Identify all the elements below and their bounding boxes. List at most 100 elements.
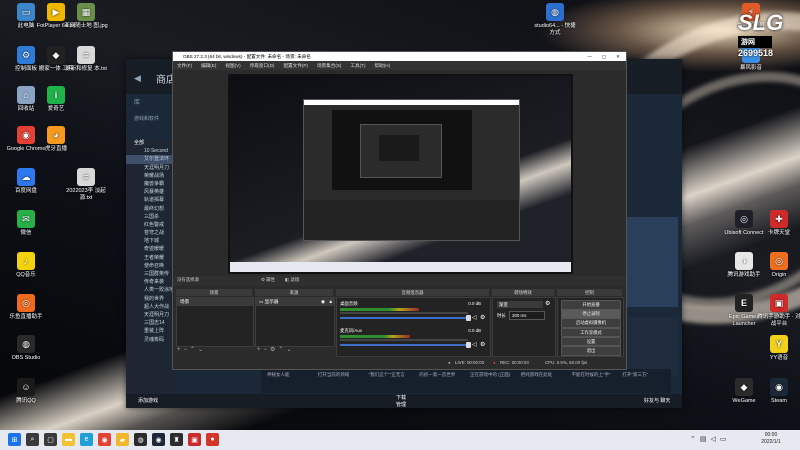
volume-slider[interactable] — [340, 315, 471, 321]
menu-item[interactable]: 视图(V) — [225, 63, 240, 68]
library-item[interactable]: 我的世界 — [126, 295, 178, 303]
library-item[interactable]: 天涯明月刀 — [126, 164, 178, 172]
menu-item[interactable]: 工具(T) — [350, 63, 365, 68]
desktop-icon-2[interactable]: ▦ 亚网随士地 图.jpg — [64, 3, 108, 30]
desktop-icon-13[interactable]: ♪ QQ音乐 — [4, 252, 48, 279]
settings-gear-icon[interactable]: ⚙ — [480, 341, 485, 348]
desktop-icon-15[interactable]: ◍ OBS Studio — [4, 335, 48, 362]
network-icon[interactable]: ▤ — [700, 436, 711, 443]
library-item[interactable]: 红色警戒 — [126, 221, 178, 229]
menu-item[interactable]: 帮助(H) — [375, 63, 391, 68]
chrome-icon[interactable]: ◉ — [98, 433, 111, 446]
library-item[interactable]: 超人大作战 — [126, 303, 178, 311]
sources-dock[interactable]: ▭ 显示器 ◉ 🔒︎ — [255, 297, 335, 347]
battery-icon[interactable]: ▭ — [720, 436, 731, 443]
transitions-dock[interactable]: 渐变 ⚙ 时长 300 ms — [492, 297, 556, 357]
library-item[interactable]: 传奇来袭 — [126, 278, 178, 286]
desktop-icon-7[interactable]: i 爱奇艺 — [34, 86, 78, 113]
library-item[interactable]: 艾尔登法环 — [126, 155, 178, 164]
desktop-icon-12[interactable]: ✉ 微信 — [4, 210, 48, 237]
library-item[interactable]: 轨道揭幕 — [126, 196, 178, 204]
filters-button[interactable]: ◧ 滤镜 — [285, 277, 299, 283]
transition-select[interactable]: 渐变 — [497, 301, 543, 308]
friends-chat-button[interactable]: 好友与 聊天 — [644, 394, 670, 408]
speaker-icon[interactable]: ◁ — [472, 341, 477, 348]
search-icon[interactable]: ⌕ — [26, 433, 39, 446]
steam-side-label[interactable]: 库 — [134, 97, 140, 106]
volume-slider-handle[interactable] — [466, 315, 471, 321]
maximize-icon[interactable]: ▢ — [602, 52, 606, 61]
speaker-icon[interactable]: ◁ — [472, 314, 477, 321]
properties-button[interactable]: ⚙ 属性 — [261, 277, 275, 283]
library-item[interactable]: 魔兽争霸 — [126, 180, 178, 188]
clock[interactable]: 00:00 2022/1/1 — [756, 432, 786, 446]
desktop-icon-14[interactable]: ◎ 乐鱼直播助手 — [4, 294, 48, 321]
scene-item[interactable]: 场景 — [177, 298, 253, 306]
transition-settings-icon[interactable]: ⚙ — [545, 300, 550, 307]
record-icon[interactable]: ● — [206, 433, 219, 446]
app-icon[interactable]: ▣ — [188, 433, 201, 446]
desktop-icon-9[interactable]: ◕ 虎牙直播 — [34, 126, 78, 153]
library-item[interactable]: 灵魂筹码 — [126, 336, 178, 344]
menu-item[interactable]: 场景集合(S) — [317, 63, 342, 68]
library-item[interactable]: 10 Second — [126, 147, 178, 155]
library-item[interactable]: 荣耀战场 — [126, 172, 178, 180]
start-icon[interactable]: ⊞ — [8, 433, 21, 446]
settings-gear-icon[interactable]: ⚙ — [480, 314, 485, 321]
library-item[interactable]: 三国志14 — [126, 319, 178, 327]
library-item[interactable]: 最终幻想 — [126, 205, 178, 213]
desktop-icon-0[interactable]: ◍ studio64... - 快捷方式 — [533, 3, 577, 36]
control-button-0[interactable]: 开始直播 — [561, 300, 621, 310]
source-item[interactable]: ▭ 显示器 ◉ 🔒︎ — [256, 298, 334, 306]
move-down-icon[interactable]: ⌄ — [198, 347, 206, 353]
volume-slider[interactable] — [340, 342, 471, 348]
explorer-icon[interactable]: ▬ — [62, 433, 75, 446]
downloads-manage[interactable]: 管理 — [396, 398, 406, 412]
menu-item[interactable]: 配置文件(P) — [283, 63, 308, 68]
control-button-1[interactable]: 停止录制 — [561, 309, 621, 319]
library-item[interactable]: 使命召唤 — [126, 262, 178, 270]
move-up-icon[interactable]: ⌃ — [190, 347, 198, 353]
library-item[interactable]: 王者荣耀 — [126, 254, 178, 262]
edge-icon[interactable]: e — [80, 433, 93, 446]
menu-item[interactable]: 文件(F) — [177, 63, 192, 68]
desktop-icon-5[interactable]: ≡ 更新和修复 本.txt — [64, 46, 108, 73]
close-icon[interactable]: ✕ — [616, 52, 620, 61]
folder-icon[interactable]: ▰ — [116, 433, 129, 446]
volume-slider-handle[interactable] — [466, 342, 471, 348]
game-icon[interactable]: ♜ — [170, 433, 183, 446]
move-down-icon[interactable]: ⌄ — [286, 347, 294, 353]
desktop-icon-8[interactable]: ▣ 腾讯手游助手 · 对战平台 — [757, 294, 800, 327]
desktop-icon-10[interactable]: ☁ 百度网盘 — [4, 168, 48, 195]
chevron-up-icon[interactable]: ⌃ — [690, 436, 700, 443]
desktop-icon-16[interactable]: ☺ 腾讯QQ — [4, 378, 48, 405]
library-item[interactable]: 重装上阵 — [126, 327, 178, 335]
menu-item[interactable]: 停靠窗口(D) — [250, 63, 275, 68]
library-item[interactable]: 风暴英雄 — [126, 188, 178, 196]
steam-icon[interactable]: ◉ — [152, 433, 165, 446]
visibility-eye-icon[interactable]: ◉ — [321, 299, 325, 305]
library-item[interactable]: 地下城 — [126, 237, 178, 245]
control-button-3[interactable]: 工作室模式 — [561, 327, 621, 338]
control-button-4[interactable]: 设置 — [561, 336, 621, 347]
speaker-icon[interactable]: ◁ — [711, 436, 720, 443]
library-group-header[interactable]: 全部 — [126, 139, 178, 147]
control-button-2[interactable]: 启动虚拟摄像机 — [561, 318, 621, 328]
control-button-5[interactable]: 退出 — [561, 346, 621, 356]
task-view-icon[interactable]: ▢ — [44, 433, 57, 446]
mixer-dock[interactable]: 桌面音频 0.0 dB ◁ ⚙ 麦克风/Aux 0.0 dB ◁ ⚙ — [336, 297, 491, 357]
desktop-icon-9[interactable]: Y YY语音 — [757, 335, 800, 362]
obs-preview[interactable] — [228, 74, 573, 274]
library-item[interactable]: 人类一败涂地 — [126, 286, 178, 294]
library-item[interactable]: 天涯明月刀 — [126, 311, 178, 319]
obs-icon[interactable]: ◍ — [134, 433, 147, 446]
lock-icon[interactable]: 🔒︎ — [330, 299, 332, 304]
library-item[interactable]: 三国群英传 — [126, 270, 178, 278]
desktop-icon-4[interactable]: ✚ 卡牌天堂 — [757, 210, 800, 237]
desktop-icon-11[interactable]: ◉ Steam — [757, 378, 800, 405]
library-item[interactable]: 奇迹暖暖 — [126, 245, 178, 253]
library-item[interactable]: 三国杀 — [126, 213, 178, 221]
add-game-button[interactable]: 添加游戏 — [138, 394, 158, 408]
menu-item[interactable]: 编辑(E) — [201, 63, 216, 68]
back-arrow-icon[interactable]: ◀ — [134, 73, 141, 84]
